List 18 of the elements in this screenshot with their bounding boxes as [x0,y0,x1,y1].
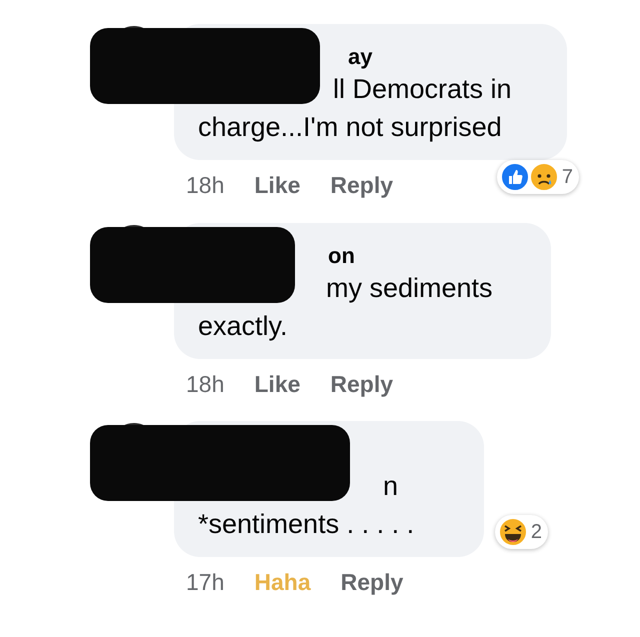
laughing-face-icon [498,517,528,547]
commenter-name[interactable]: ay [348,44,372,69]
commenter-name[interactable]: on [328,242,355,268]
comment-action-link[interactable]: Reply [330,366,394,401]
reaction-summary[interactable]: 2 [494,515,548,549]
reaction-summary[interactable]: 7 [496,160,579,194]
comment-action-link[interactable]: Reply [340,565,404,600]
comment-text: n *sentiments . . . . . [198,470,416,541]
comment-text: my sediments exactly. [198,272,494,343]
comment-action-link[interactable]: Reply [330,168,394,202]
thumbs-up-icon [500,162,530,192]
comment-action-link[interactable]: Like [254,168,300,202]
comment-action-link[interactable]: Like [254,366,300,401]
comment-text: ll Democrats in charge...I'm not surprised [198,73,513,144]
timestamp: 17h [186,568,224,597]
timestamp: 18h [186,171,224,200]
sad-face-icon [528,162,559,192]
timestamp: 18h [186,370,224,398]
